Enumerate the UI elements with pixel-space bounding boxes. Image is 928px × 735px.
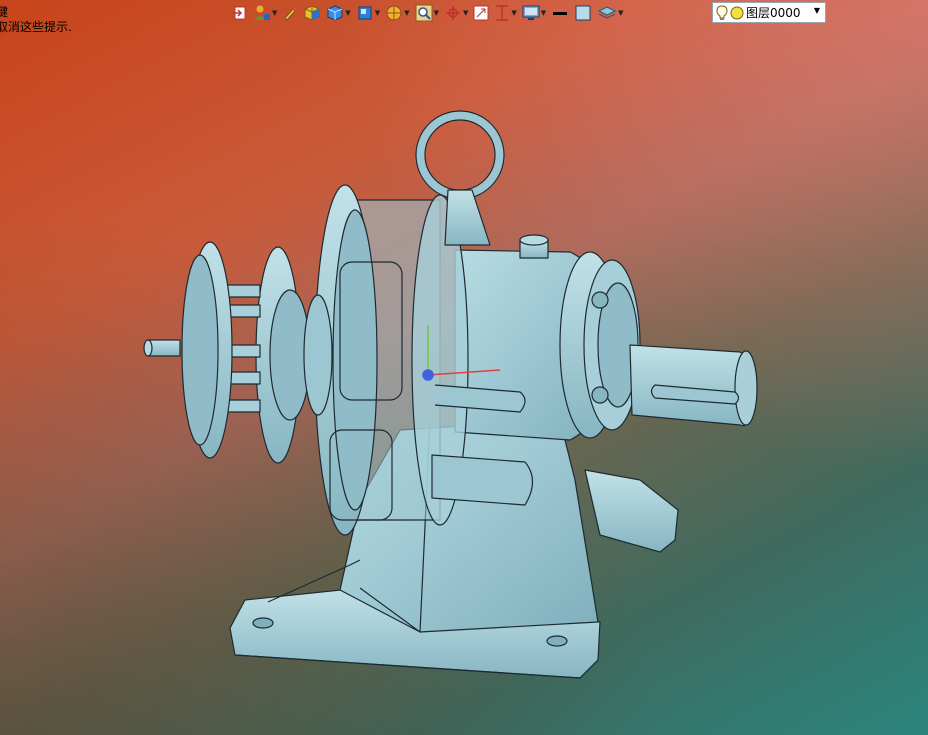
lightbulb-icon[interactable] bbox=[716, 4, 728, 21]
hint-line-2: 取消这些提示. bbox=[0, 20, 72, 34]
fit-view-button[interactable] bbox=[473, 3, 489, 23]
fill-color-button[interactable] bbox=[574, 3, 592, 23]
pencil-button[interactable] bbox=[282, 3, 298, 23]
chevron-down-icon: ▼ bbox=[374, 9, 381, 17]
layer-manager-button[interactable]: ▼ bbox=[597, 3, 624, 23]
chevron-down-icon: ▼ bbox=[345, 9, 351, 17]
render-mode-button[interactable]: ▼ bbox=[385, 3, 410, 23]
layer-name: 图层0000 bbox=[746, 6, 801, 20]
3d-viewport[interactable]: 键 取消这些提示. ▼ ▼ ▼ ▼ ▼ ▼ ▼ ▼ ▼ 图层0000 ▼ bbox=[0, 0, 928, 735]
view-cube-button[interactable]: ▼ bbox=[326, 3, 351, 23]
chevron-down-icon: ▼ bbox=[433, 9, 439, 17]
iso-view-icon bbox=[358, 6, 372, 20]
rear-foot bbox=[584, 469, 679, 553]
user-tool-button[interactable]: ▼ bbox=[253, 3, 277, 23]
layer-dropdown[interactable]: 图层0000 ▼ bbox=[712, 2, 826, 23]
line-style-icon bbox=[553, 12, 568, 15]
exit-sketch-button[interactable] bbox=[232, 3, 248, 23]
lifting-eye bbox=[415, 110, 505, 200]
render-mode-icon bbox=[386, 5, 402, 21]
pan-origin-button[interactable]: ▼ bbox=[444, 3, 468, 23]
hint-line-1: 键 bbox=[0, 5, 9, 19]
fit-view-icon bbox=[473, 5, 489, 21]
sun-visibility-icon[interactable] bbox=[730, 6, 744, 20]
shaded-box-button[interactable] bbox=[303, 3, 321, 23]
iso-view-button[interactable]: ▼ bbox=[356, 3, 380, 23]
chevron-down-icon: ▼ bbox=[511, 9, 517, 17]
pan-origin-icon bbox=[445, 6, 460, 20]
chevron-down-icon: ▼ bbox=[618, 9, 624, 17]
chevron-down-icon: ▼ bbox=[540, 9, 547, 17]
section-view-icon bbox=[496, 5, 509, 21]
pencil-icon bbox=[284, 7, 298, 21]
hint-text: 键 取消这些提示. bbox=[0, 5, 72, 35]
chevron-down-icon: ▼ bbox=[272, 9, 278, 17]
view-toolbar: ▼ ▼ ▼ ▼ ▼ ▼ ▼ ▼ ▼ bbox=[232, 2, 629, 24]
view-cube-icon bbox=[327, 5, 343, 21]
chevron-down-icon: ▼ bbox=[462, 9, 469, 17]
user-tool-icon bbox=[254, 5, 270, 20]
dropdown-arrow-icon[interactable]: ▼ bbox=[814, 6, 820, 15]
exit-sketch-icon bbox=[233, 6, 246, 20]
line-style-button[interactable] bbox=[551, 3, 569, 23]
zoom-icon bbox=[415, 4, 433, 22]
monitor-display-icon bbox=[522, 5, 540, 20]
gear-reducer-model[interactable] bbox=[0, 0, 928, 735]
monitor-display-button[interactable]: ▼ bbox=[522, 3, 546, 23]
shaded-box-icon bbox=[304, 5, 320, 21]
layer-manager-icon bbox=[598, 6, 617, 19]
input-shaft bbox=[147, 339, 181, 357]
chevron-down-icon: ▼ bbox=[404, 9, 410, 17]
section-view-button[interactable]: ▼ bbox=[494, 3, 517, 23]
zoom-button[interactable]: ▼ bbox=[415, 3, 439, 23]
fill-color-icon bbox=[575, 5, 591, 21]
